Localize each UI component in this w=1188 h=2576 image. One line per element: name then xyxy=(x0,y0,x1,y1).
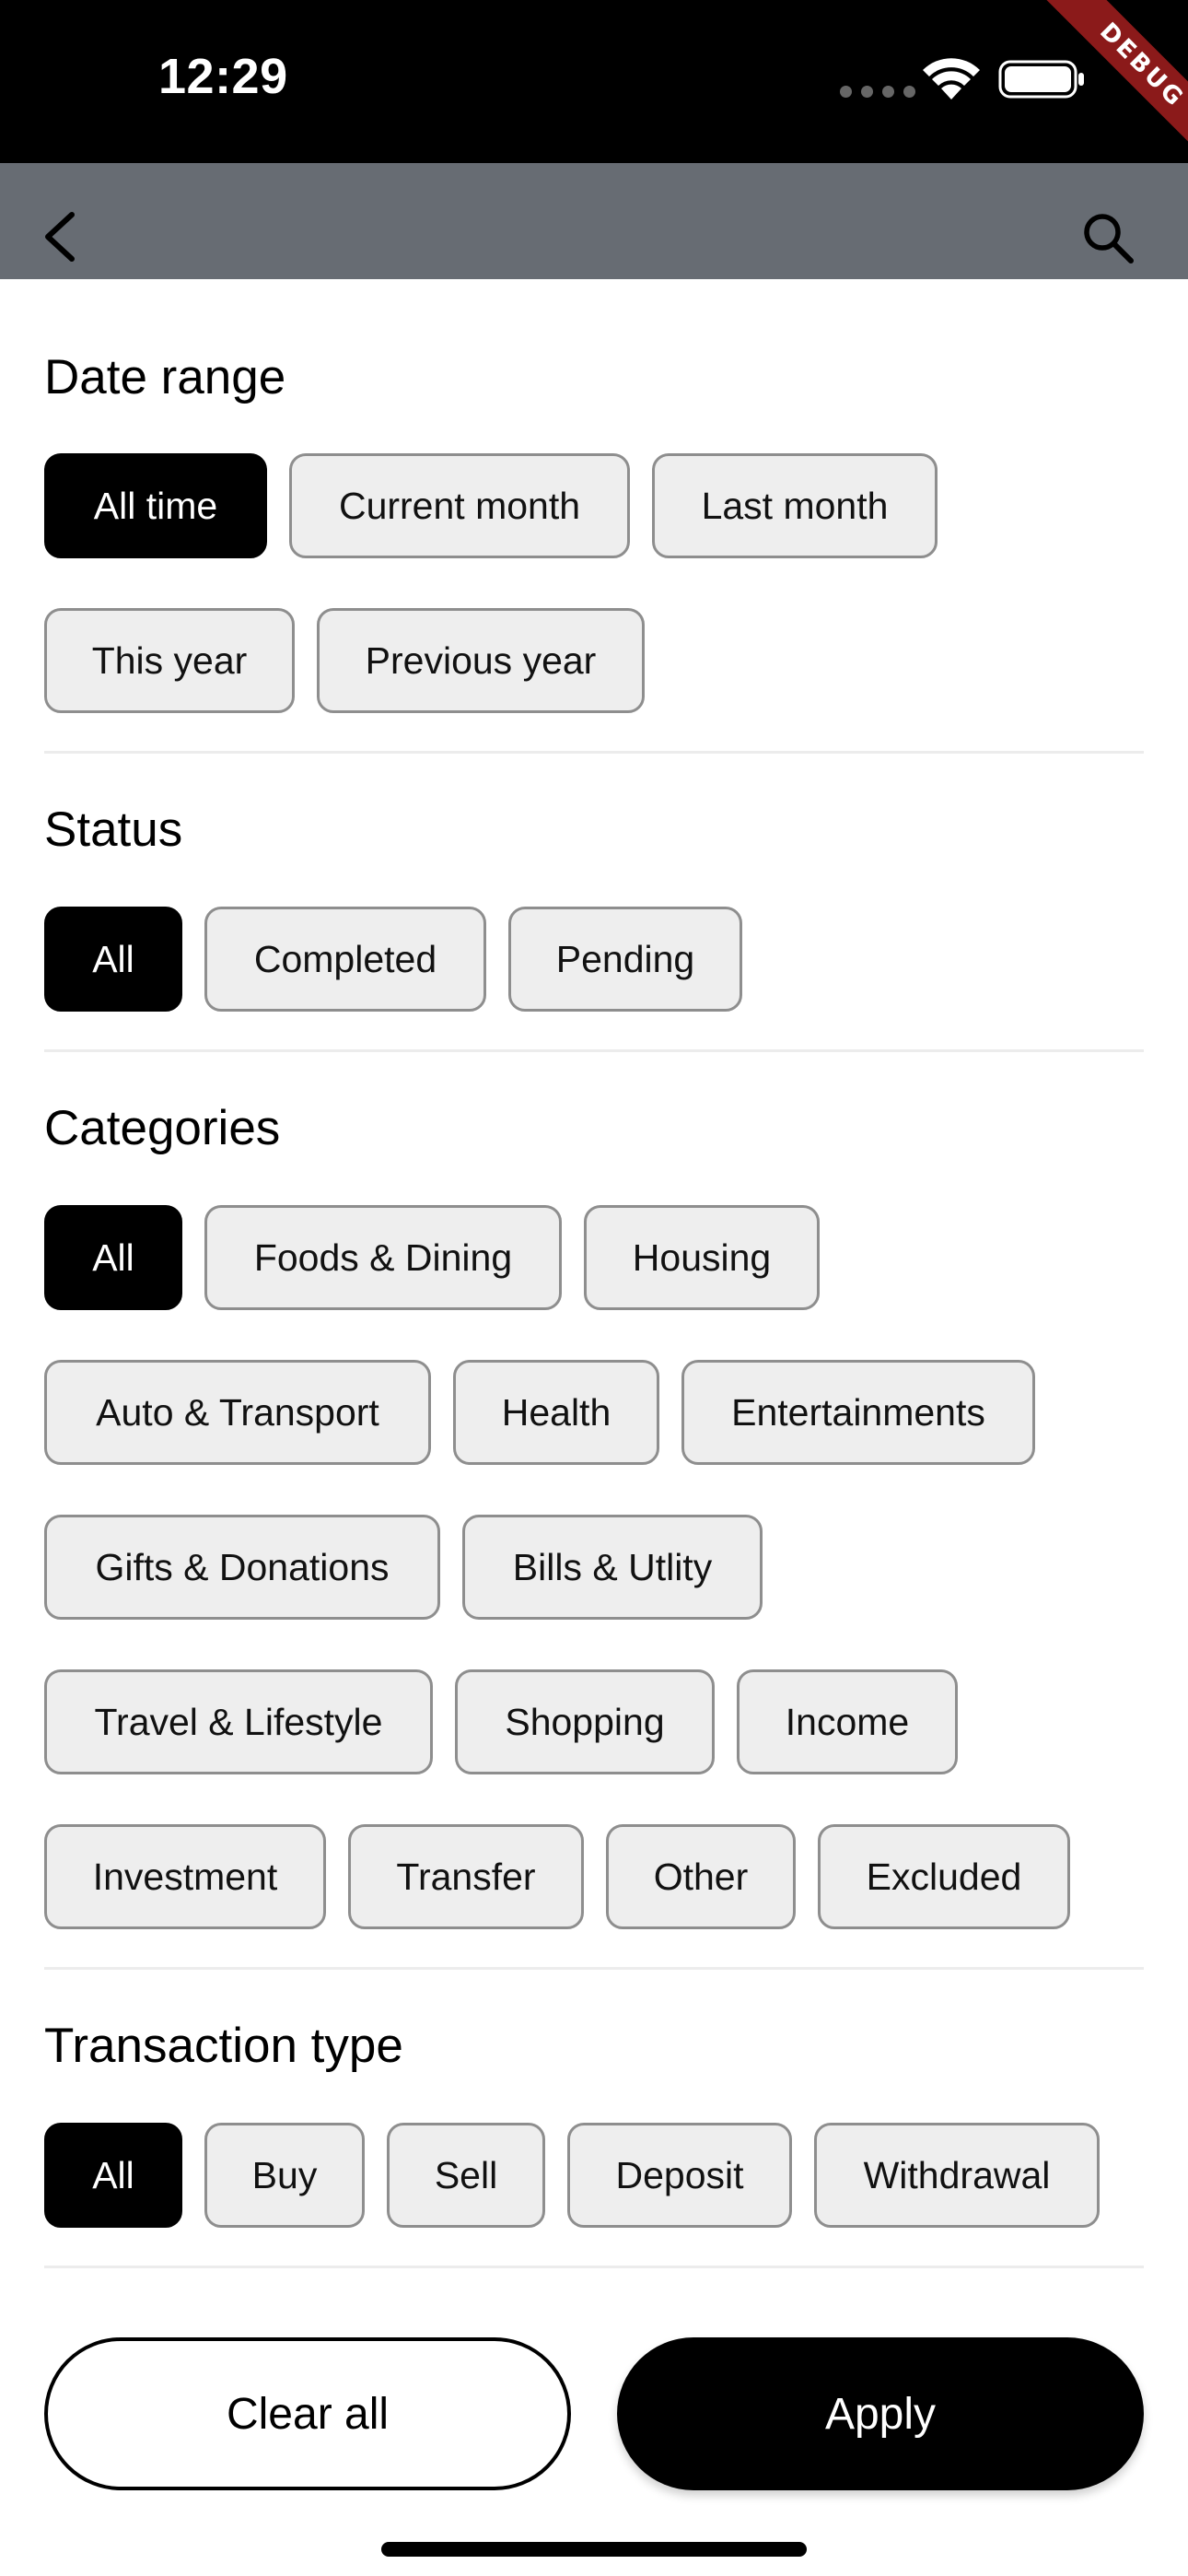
chip-type-sell[interactable]: Sell xyxy=(387,2123,545,2228)
status-bar: 12:29 xyxy=(0,0,1188,163)
chip-category-health[interactable]: Health xyxy=(453,1360,659,1465)
chip-category-investment[interactable]: Investment xyxy=(44,1824,326,1929)
apply-button[interactable]: Apply xyxy=(617,2337,1144,2490)
chip-category-entertainments[interactable]: Entertainments xyxy=(681,1360,1035,1465)
battery-icon xyxy=(998,60,1084,99)
chip-date-last-month[interactable]: Last month xyxy=(652,453,938,558)
divider xyxy=(44,1967,1144,1970)
transaction-type-title: Transaction type xyxy=(44,2019,403,2073)
chip-status-pending[interactable]: Pending xyxy=(508,907,742,1012)
chip-date-current-month[interactable]: Current month xyxy=(289,453,630,558)
chip-category-housing[interactable]: Housing xyxy=(584,1205,820,1310)
search-icon[interactable] xyxy=(1081,211,1135,264)
chip-date-previous-year[interactable]: Previous year xyxy=(317,608,645,713)
chip-category-bills-utility[interactable]: Bills & Utlity xyxy=(462,1515,763,1620)
clear-all-button[interactable]: Clear all xyxy=(44,2337,571,2490)
date-range-title: Date range xyxy=(44,350,286,404)
home-indicator xyxy=(381,2542,807,2557)
wifi-icon xyxy=(923,58,980,100)
chip-category-all[interactable]: All xyxy=(44,1205,182,1310)
status-time: 12:29 xyxy=(158,49,288,104)
chip-type-all[interactable]: All xyxy=(44,2123,182,2228)
app-bar xyxy=(0,163,1188,279)
chip-category-transfer[interactable]: Transfer xyxy=(348,1824,584,1929)
cellular-signal-icon xyxy=(840,86,915,98)
chip-category-excluded[interactable]: Excluded xyxy=(818,1824,1070,1929)
chip-status-completed[interactable]: Completed xyxy=(204,907,486,1012)
chip-type-withdrawal[interactable]: Withdrawal xyxy=(814,2123,1100,2228)
divider xyxy=(44,1049,1144,1052)
chevron-left-icon[interactable] xyxy=(41,209,81,264)
divider xyxy=(44,2266,1144,2268)
categories-title: Categories xyxy=(44,1101,281,1155)
status-title: Status xyxy=(44,802,183,857)
chip-category-travel-lifestyle[interactable]: Travel & Lifestyle xyxy=(44,1669,433,1774)
chip-category-other[interactable]: Other xyxy=(606,1824,796,1929)
chip-type-buy[interactable]: Buy xyxy=(204,2123,365,2228)
chip-category-foods-dining[interactable]: Foods & Dining xyxy=(204,1205,562,1310)
chip-date-all-time[interactable]: All time xyxy=(44,453,267,558)
chip-type-deposit[interactable]: Deposit xyxy=(567,2123,792,2228)
chip-category-auto-transport[interactable]: Auto & Transport xyxy=(44,1360,431,1465)
chip-category-gifts-donations[interactable]: Gifts & Donations xyxy=(44,1515,440,1620)
chip-status-all[interactable]: All xyxy=(44,907,182,1012)
chip-category-shopping[interactable]: Shopping xyxy=(455,1669,715,1774)
divider xyxy=(44,751,1144,754)
chip-category-income[interactable]: Income xyxy=(737,1669,958,1774)
chip-date-this-year[interactable]: This year xyxy=(44,608,295,713)
